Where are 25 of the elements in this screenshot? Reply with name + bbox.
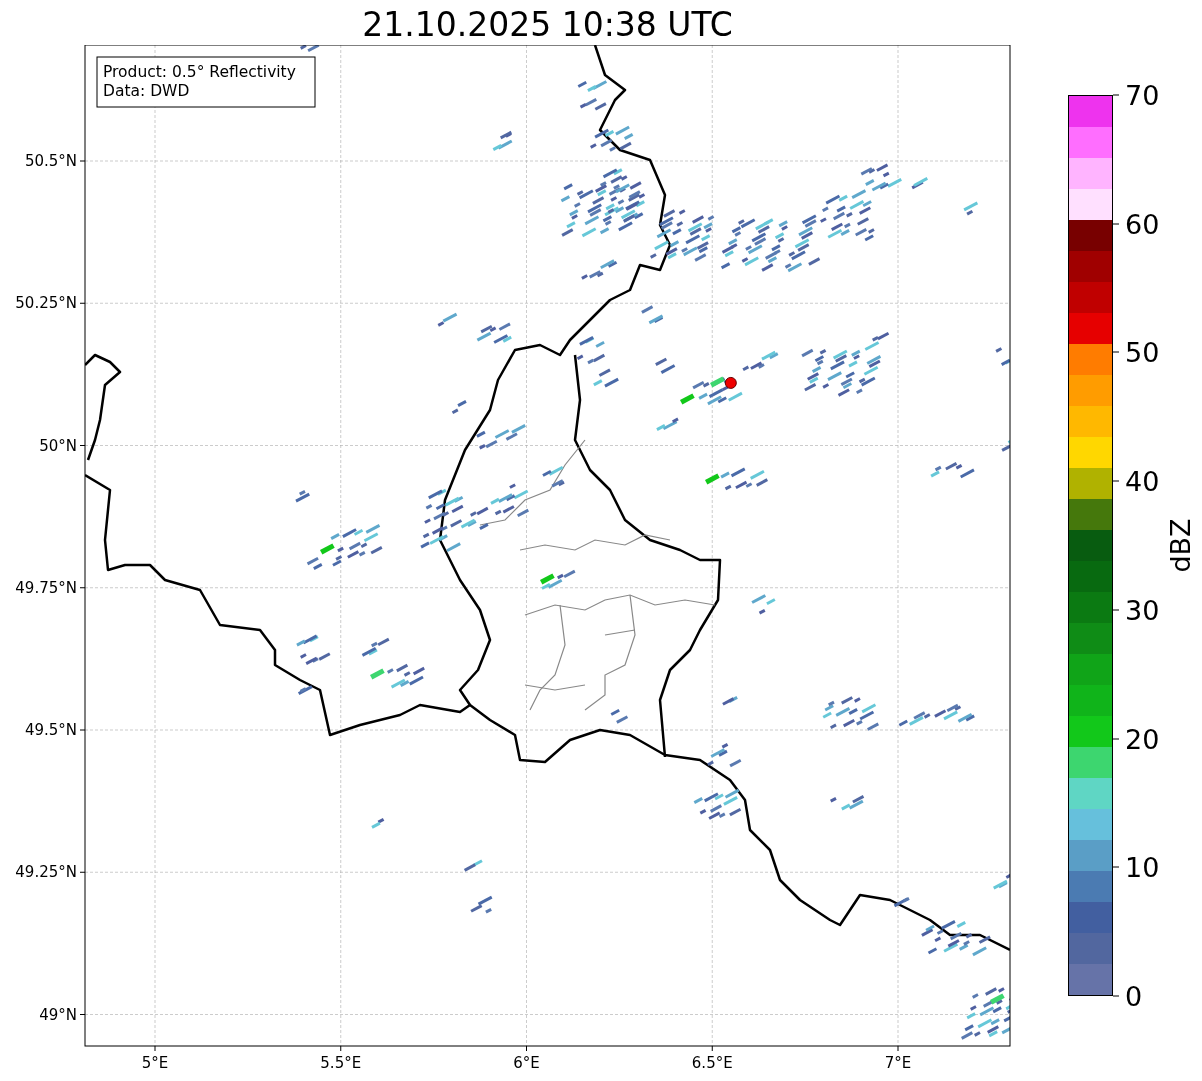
info-text: Data: DWD xyxy=(103,82,190,100)
colorbar-tick-label: 0 xyxy=(1125,980,1143,1012)
latitude-label: 49.75°N xyxy=(15,578,77,597)
longitude-label: 5.5°E xyxy=(320,1054,362,1072)
longitude-label: 6.5°E xyxy=(691,1054,733,1072)
map-title: 21.10.2025 10:38 UTC xyxy=(361,4,734,45)
colorbar-tick-label: 60 xyxy=(1125,208,1160,240)
info-text: Product: 0.5° Reflectivity xyxy=(103,63,296,81)
colorbar-label: dBZ xyxy=(1164,518,1196,573)
latitude-label: 49.5°N xyxy=(24,721,77,739)
radar-station-marker xyxy=(724,376,737,389)
colorbar-tick-label: 70 xyxy=(1125,79,1160,111)
longitude-label: 6°E xyxy=(513,1054,540,1072)
latitude-label: 49.25°N xyxy=(15,863,77,882)
colorbar-tick-label: 30 xyxy=(1125,594,1160,626)
colorbar-tick-label: 40 xyxy=(1125,465,1160,497)
colorbar-tick-label: 20 xyxy=(1125,723,1160,755)
colorbar-tick-label: 10 xyxy=(1125,851,1160,883)
longitude-label: 5°E xyxy=(141,1054,169,1072)
longitude-label: 7°E xyxy=(884,1054,912,1072)
latitude-label: 49°N xyxy=(39,1005,77,1024)
colorbar-tick-label: 50 xyxy=(1125,336,1160,368)
latitude-label: 50.5°N xyxy=(24,152,77,170)
latitude-label: 50°N xyxy=(39,436,77,455)
latitude-label: 50.25°N xyxy=(15,294,77,313)
